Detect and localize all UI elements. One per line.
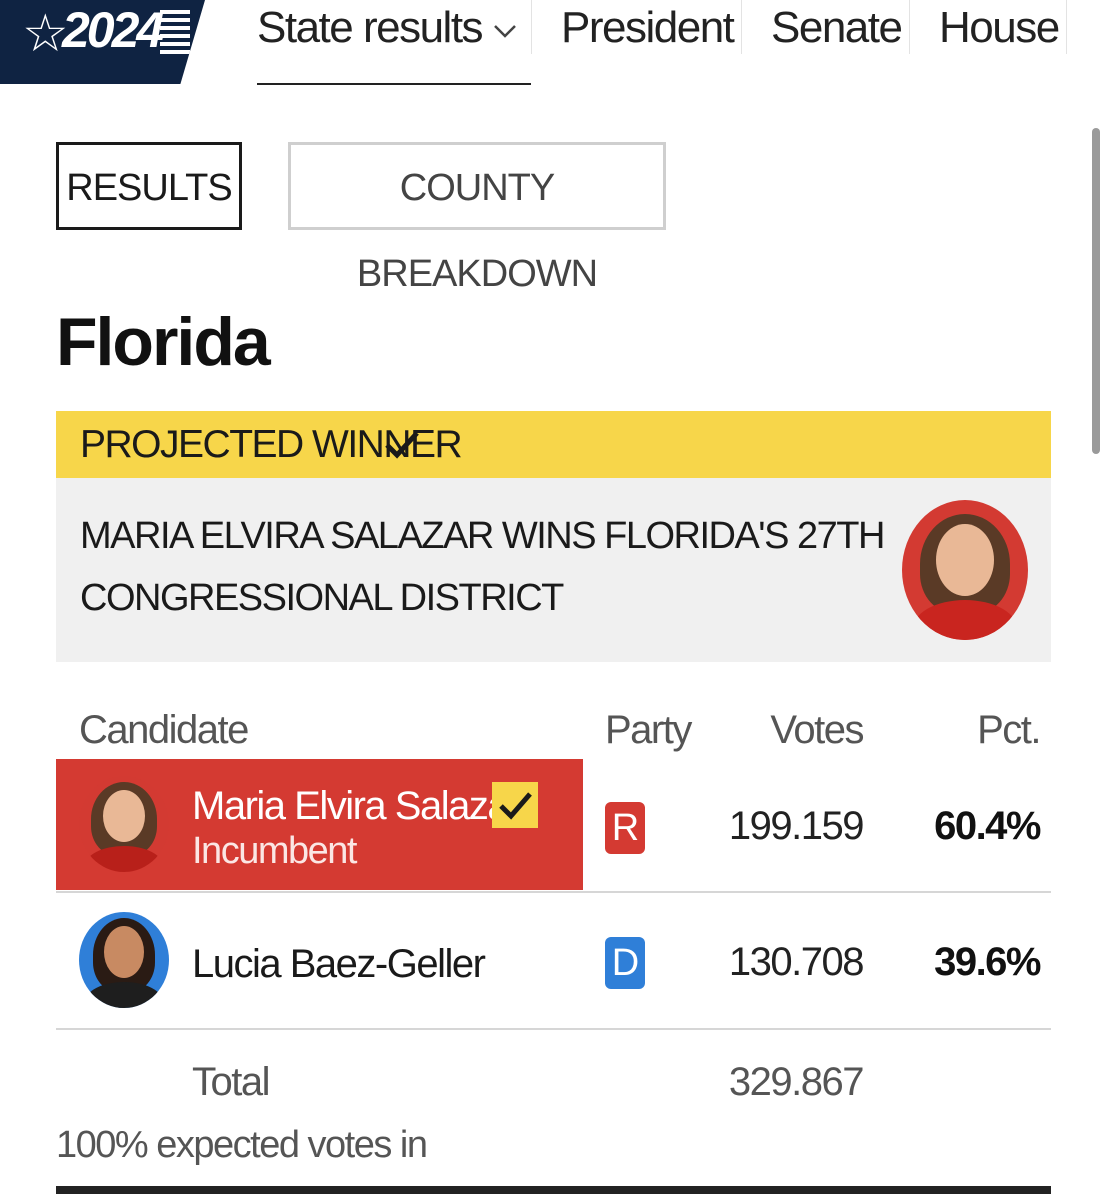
party-badge-democrat: D xyxy=(605,937,645,989)
scrollbar[interactable] xyxy=(1092,128,1100,454)
header-pct: Pct. xyxy=(977,708,1041,752)
chevron-down-icon xyxy=(492,2,518,58)
stripes-icon xyxy=(160,10,190,58)
nav-president[interactable]: President xyxy=(561,0,735,56)
header-candidate: Candidate xyxy=(79,708,249,752)
checkmark-icon xyxy=(385,431,419,459)
winner-headline-line1: MARIA ELVIRA SALAZAR WINS FLORIDA'S 27TH xyxy=(80,515,885,557)
face-shape xyxy=(103,790,145,842)
votes-value: 130.708 xyxy=(728,940,865,984)
winner-photo xyxy=(902,500,1028,640)
body-shape xyxy=(85,982,163,1008)
body-shape xyxy=(912,600,1018,640)
section-divider xyxy=(56,1186,1051,1194)
nav-state-results[interactable]: State results xyxy=(257,0,518,56)
face-shape xyxy=(104,926,144,978)
pct-value: 60.4% xyxy=(934,804,1041,848)
nav-senate[interactable]: Senate xyxy=(771,0,903,56)
projected-winner-banner: PROJECTED WINNER xyxy=(56,411,1051,478)
top-navigation: ☆ 2024 State results President Senate Ho… xyxy=(0,0,1108,85)
candidate-photo xyxy=(79,776,169,872)
row-divider xyxy=(56,1028,1051,1030)
nav-divider xyxy=(531,0,532,54)
pct-value: 39.6% xyxy=(934,940,1041,984)
header-party: Party xyxy=(605,708,692,752)
candidate-name: Lucia Baez-Geller xyxy=(192,942,486,986)
nav-divider xyxy=(741,0,742,54)
winner-headline-line2: CONGRESSIONAL DISTRICT xyxy=(80,577,564,619)
nav-divider xyxy=(909,0,910,54)
party-badge-republican: R xyxy=(605,802,645,854)
header-votes: Votes xyxy=(770,708,864,752)
tab-results[interactable]: RESULTS xyxy=(56,142,242,230)
logo-text: 2024 xyxy=(62,2,164,58)
total-votes: 329.867 xyxy=(728,1060,865,1104)
active-nav-underline xyxy=(257,83,531,85)
votes-value: 199.159 xyxy=(728,804,865,848)
candidate-status: Incumbent xyxy=(192,830,357,872)
total-label: Total xyxy=(192,1060,271,1104)
nav-state-results-label: State results xyxy=(257,3,484,52)
candidate-name: Maria Elvira Salazar xyxy=(192,784,521,828)
winner-announcement: MARIA ELVIRA SALAZAR WINS FLORIDA'S 27TH… xyxy=(56,478,1051,662)
election-2024-logo[interactable]: ☆ 2024 xyxy=(0,0,205,84)
candidate-photo xyxy=(79,912,169,1008)
body-shape xyxy=(85,846,163,872)
page-title: Florida xyxy=(56,304,271,380)
tab-county-breakdown[interactable]: COUNTY BREAKDOWN xyxy=(288,142,666,295)
row-divider xyxy=(56,891,1051,893)
nav-divider xyxy=(1066,0,1067,54)
winner-check-icon xyxy=(492,782,538,828)
face-shape xyxy=(936,524,994,596)
nav-house[interactable]: House xyxy=(939,0,1060,56)
expected-votes-note: 100% expected votes in xyxy=(56,1124,428,1166)
